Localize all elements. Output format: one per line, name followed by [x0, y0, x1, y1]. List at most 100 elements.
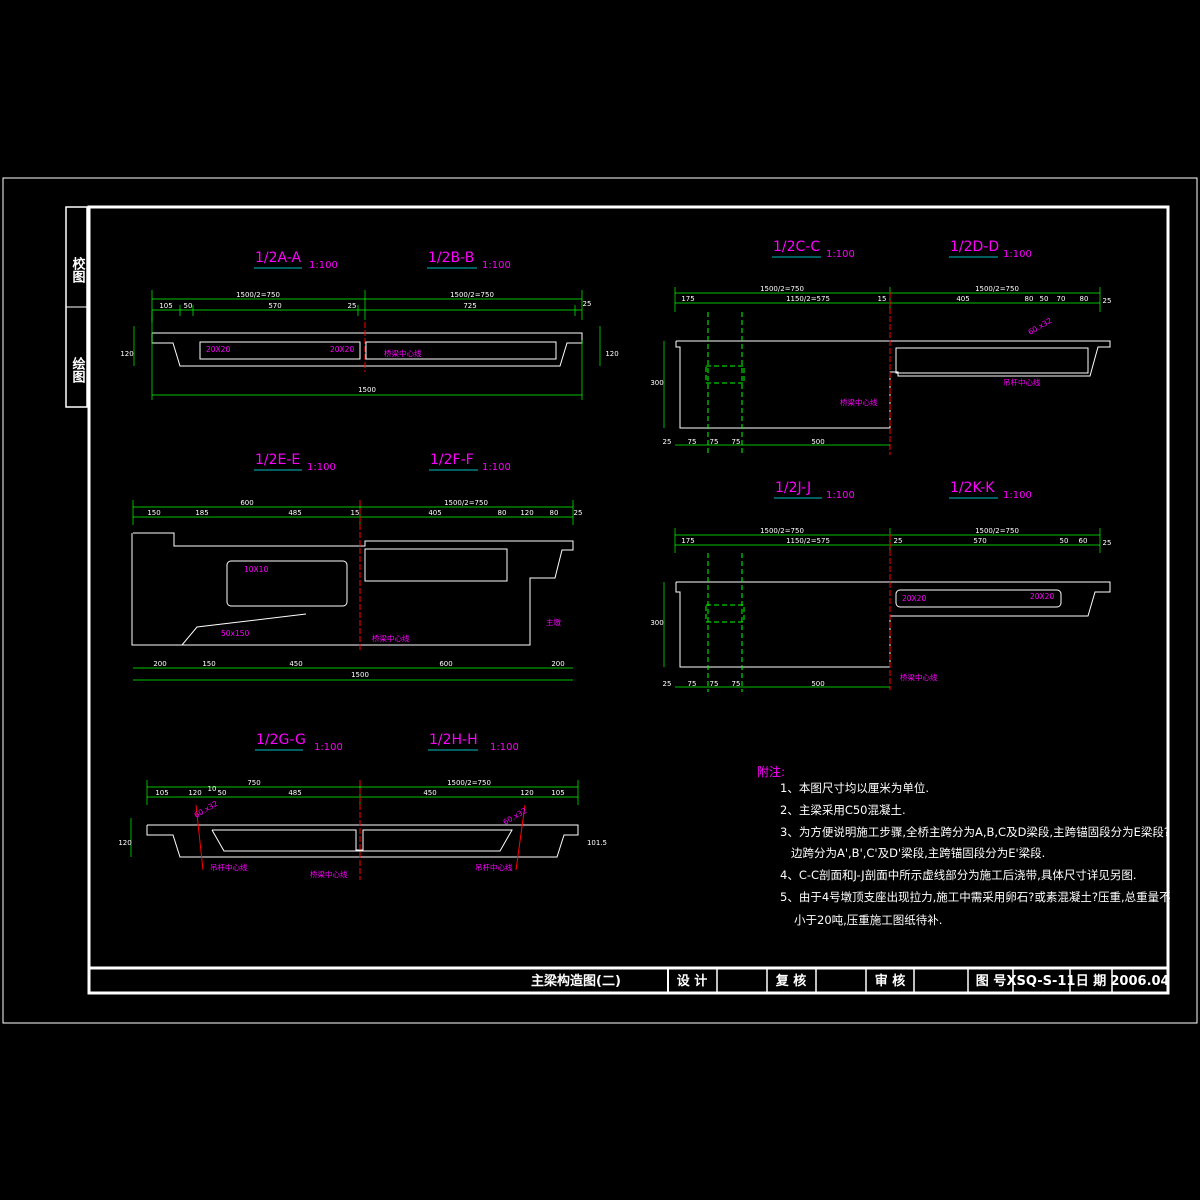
cc-dim-1150: 1150/2=575 [786, 295, 830, 303]
title-jj: 1/2J-J [775, 480, 811, 496]
kk-dim-50: 50 [1060, 537, 1069, 545]
jj-dim-1150: 1150/2=575 [786, 537, 830, 545]
scale-jj: 1:100 [826, 490, 855, 501]
dd-dim-80: 80 [1025, 295, 1034, 303]
tb-review: 复 核 [775, 973, 807, 989]
bb-chamfer: 20X20 [330, 345, 354, 354]
cc-dim-300: 300 [650, 379, 663, 387]
ee-dim-total: 1500 [351, 671, 369, 679]
title-gg: 1/2G-G [256, 732, 306, 748]
aa-bridge-centerline: 桥梁中心线 [384, 348, 422, 358]
dd-dim-50: 50 [1040, 295, 1049, 303]
hh-dim-105: 105 [551, 789, 564, 797]
section-gg-hh: 750 1500/2=750 105 120 10 50 485 450 120… [118, 779, 607, 880]
ee-dim-485: 485 [288, 509, 301, 517]
cc-chamfer: 60.x32 [1027, 316, 1054, 337]
note-3: 3、为方便说明施工步骤,全桥主跨分为A,B,C及D梁段,主跨锚固段分为E梁段? [780, 825, 1170, 839]
jj-bridge-centerline: 桥梁中心线 [900, 672, 938, 682]
kk-dim-25b: 25 [1103, 539, 1112, 547]
ee-dim-185: 185 [195, 509, 208, 517]
aa-dim-half: 1500/2=750 [236, 291, 280, 299]
section-aa-bb: 1500/2=750 1500/2=750 105 50 570 25 725 … [120, 290, 619, 400]
tb-drawing-no: XSQ-S-11 [1007, 974, 1076, 989]
section-cc-dd: 1500/2=750 1500/2=750 175 1150/2=575 15 … [650, 285, 1111, 455]
aa-dim-120: 120 [120, 350, 133, 358]
ff-dim-405: 405 [428, 509, 441, 517]
cc-dim-75a: 75 [688, 438, 697, 446]
cc-dim-75b: 75 [710, 438, 719, 446]
bb-dim-725: 725 [463, 302, 476, 310]
section-ee-ff: 600 1500/2=750 150 185 485 15 405 80 120… [131, 499, 582, 681]
hh-dim-120: 120 [520, 789, 533, 797]
ee-dim-450: 450 [289, 660, 302, 668]
cc-dim-15: 15 [878, 295, 887, 303]
jj-dim-175: 175 [681, 537, 694, 545]
gg-dim-750: 750 [247, 779, 260, 787]
ff-dim-80: 80 [498, 509, 507, 517]
gg-chamfer: 60.x32 [193, 799, 220, 820]
jj-dim-500: 500 [811, 680, 824, 688]
bb-dim-half: 1500/2=750 [450, 291, 494, 299]
tb-drawing-no-label: 图 号 [976, 974, 1007, 989]
notes-block: 附注: 1、本图尺寸均以厘米为单位. 2、主梁采用C50混凝土. 3、为方便说明… [757, 764, 1171, 927]
hh-dim-450: 450 [423, 789, 436, 797]
cc-dim-25: 25 [663, 438, 672, 446]
ff-dim-half: 1500/2=750 [444, 499, 488, 507]
title-hh: 1/2H-H [429, 732, 478, 748]
hh-hanger-centerline: 吊杆中心线 [475, 862, 513, 872]
hh-dim-half: 1500/2=750 [447, 779, 491, 787]
ff-dim-120: 120 [520, 509, 533, 517]
aa-dim-total: 1500 [358, 386, 376, 394]
scale-dd: 1:100 [1003, 249, 1032, 260]
hh-chamfer: 60.x32 [502, 806, 529, 827]
jj-dim-75b: 75 [710, 680, 719, 688]
ee-dim-15: 15 [351, 509, 360, 517]
section-jj-kk: 1500/2=750 1500/2=750 175 1150/2=575 25 … [650, 527, 1111, 692]
cc-dim-500: 500 [811, 438, 824, 446]
kk-chamfer-b: 20X20 [1030, 592, 1054, 601]
kk-chamfer-a: 20X20 [902, 594, 926, 603]
aa-dim-25: 25 [348, 302, 357, 310]
cc-bridge-centerline: 桥梁中心线 [840, 397, 878, 407]
gg-dim-120v: 120 [118, 839, 131, 847]
note-3b: 边跨分为A',B',C'及D'梁段,主跨锚固段分为E'梁段. [791, 846, 1045, 860]
jj-dim-75c: 75 [732, 680, 741, 688]
ee-dim-200: 200 [153, 660, 166, 668]
note-2: 2、主梁采用C50混凝土. [780, 803, 906, 817]
ff-main-pier: 主墩 [546, 617, 561, 627]
dd-hanger-centerline: 吊杆中心线 [1003, 377, 1041, 387]
tb-design: 设 计 [677, 973, 708, 989]
scale-gg: 1:100 [314, 742, 343, 753]
ee-dim-600: 600 [240, 499, 253, 507]
dd-dim-70: 70 [1057, 295, 1066, 303]
scale-ff: 1:100 [482, 462, 511, 473]
aa-dim-50: 50 [184, 302, 193, 310]
title-cc: 1/2C-C [773, 239, 820, 255]
gg-hanger-centerline: 吊杆中心线 [210, 862, 248, 872]
bb-dim-120: 120 [605, 350, 618, 358]
scale-cc: 1:100 [826, 249, 855, 260]
scale-ee: 1:100 [307, 462, 336, 473]
dd-dim-25: 25 [1103, 297, 1112, 305]
title-kk: 1/2K-K [950, 480, 995, 496]
title-bb: 1/2B-B [428, 250, 474, 266]
gg-dim-10: 10 [208, 785, 217, 793]
note-4: 4、C-C剖面和J-J剖面中所示虚线部分为施工后浇带,具体尺寸详见另图. [780, 868, 1137, 882]
aa-dim-105: 105 [159, 302, 172, 310]
jj-dim-25: 25 [663, 680, 672, 688]
kk-dim-half: 1500/2=750 [975, 527, 1019, 535]
aa-dim-570: 570 [268, 302, 281, 310]
title-ff: 1/2F-F [430, 452, 474, 468]
dd-dim-80b: 80 [1080, 295, 1089, 303]
title-aa: 1/2A-A [255, 250, 302, 266]
left-strip: 校图 绘图 [65, 206, 88, 408]
gg-dim-485: 485 [288, 789, 301, 797]
gg-bridge-centerline: 桥梁中心线 [310, 869, 348, 879]
left-strip-top: 校图 [70, 256, 86, 284]
ee-dim-150: 150 [147, 509, 160, 517]
dd-dim-half: 1500/2=750 [975, 285, 1019, 293]
ee-chamfer-10: 10X10 [244, 565, 268, 574]
notes-heading: 附注: [757, 764, 785, 779]
jj-dim-half: 1500/2=750 [760, 527, 804, 535]
title-block: 主梁构造图(二) 设 计 复 核 审 核 图 号 XSQ-S-11 日 期 20… [89, 966, 1170, 993]
